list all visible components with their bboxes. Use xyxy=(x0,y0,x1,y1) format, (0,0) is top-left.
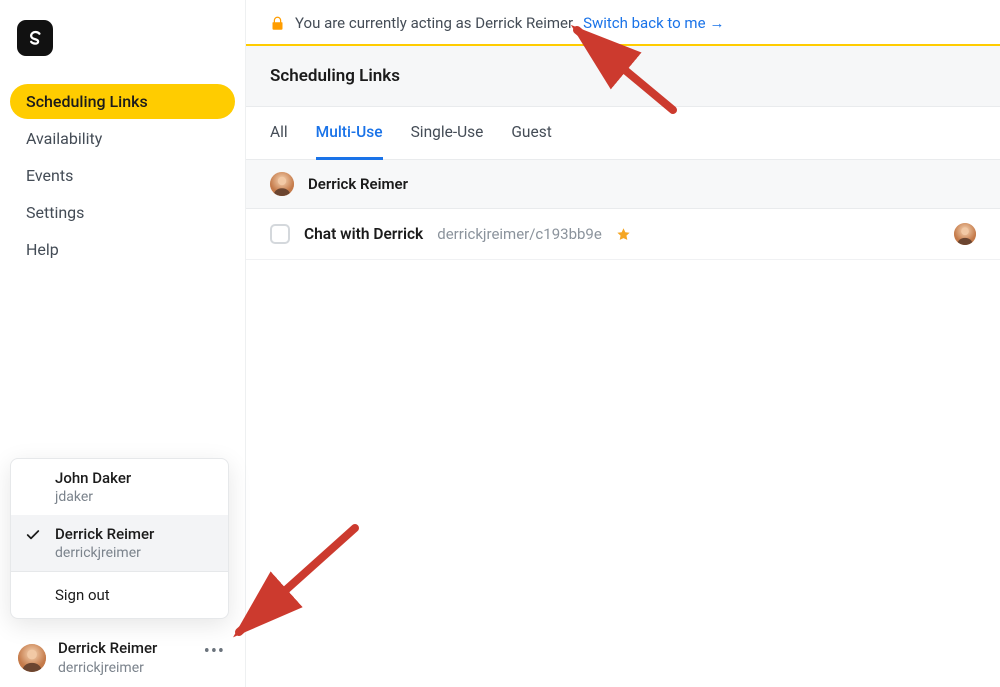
user-switcher-menu: John Daker jdaker Derrick Reimer derrick… xyxy=(10,458,229,619)
nav-availability[interactable]: Availability xyxy=(10,121,235,156)
tabs: All Multi-Use Single-Use Guest xyxy=(246,107,1000,160)
current-user-trigger[interactable]: Derrick Reimer derrickjreimer ••• xyxy=(18,639,235,677)
row-checkbox[interactable] xyxy=(270,224,290,244)
sidebar: Scheduling Links Availability Events Set… xyxy=(0,0,246,687)
app-logo[interactable] xyxy=(17,20,53,56)
user-menu-handle: jdaker xyxy=(55,489,214,505)
impersonation-banner: You are currently acting as Derrick Reim… xyxy=(246,0,1000,46)
switch-back-link[interactable]: Switch back to me → xyxy=(583,14,724,32)
user-menu-name: John Daker xyxy=(55,469,214,487)
nav-help[interactable]: Help xyxy=(10,232,235,267)
link-slug: derrickjreimer/c193bb9e xyxy=(437,225,602,243)
avatar xyxy=(270,172,294,196)
star-icon xyxy=(616,227,631,242)
link-owner-avatar xyxy=(954,223,976,245)
tab-guest[interactable]: Guest xyxy=(511,107,551,160)
section-header: Scheduling Links xyxy=(246,46,1000,107)
tab-all[interactable]: All xyxy=(270,107,288,160)
user-menu-option[interactable]: John Daker jdaker xyxy=(11,459,228,515)
nav-scheduling-links[interactable]: Scheduling Links xyxy=(10,84,235,119)
arrow-right-icon: → xyxy=(710,14,725,32)
check-icon xyxy=(25,527,41,543)
banner-text: You are currently acting as Derrick Reim… xyxy=(295,14,573,32)
link-row[interactable]: Chat with Derrick derrickjreimer/c193bb9… xyxy=(246,209,1000,260)
user-menu-handle: derrickjreimer xyxy=(55,545,214,561)
tab-single-use[interactable]: Single-Use xyxy=(411,107,484,160)
avatar xyxy=(18,644,46,672)
user-menu-name: Derrick Reimer xyxy=(55,525,214,543)
user-menu-option-selected[interactable]: Derrick Reimer derrickjreimer xyxy=(11,515,228,571)
more-icon[interactable]: ••• xyxy=(204,639,225,662)
current-user-name: Derrick Reimer xyxy=(58,639,157,659)
sign-out-button[interactable]: Sign out xyxy=(11,572,228,618)
nav-events[interactable]: Events xyxy=(10,158,235,193)
owner-name: Derrick Reimer xyxy=(308,175,408,193)
link-title: Chat with Derrick xyxy=(304,225,423,243)
switch-back-label: Switch back to me xyxy=(583,14,705,32)
current-user-handle: derrickjreimer xyxy=(58,659,157,677)
lock-icon xyxy=(270,16,285,31)
nav-settings[interactable]: Settings xyxy=(10,195,235,230)
owner-row: Derrick Reimer xyxy=(246,160,1000,209)
primary-nav: Scheduling Links Availability Events Set… xyxy=(10,84,235,267)
tab-multi-use[interactable]: Multi-Use xyxy=(316,107,383,160)
main-content: You are currently acting as Derrick Reim… xyxy=(246,0,1000,687)
